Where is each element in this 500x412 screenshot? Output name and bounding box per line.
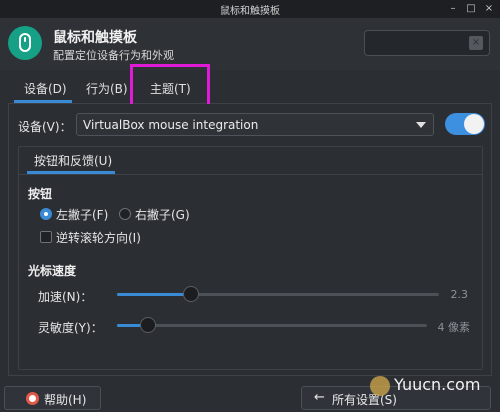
device-select[interactable]: VirtualBox mouse integration <box>76 113 434 136</box>
right-handed-radio[interactable] <box>119 208 131 220</box>
left-handed-label: 左撇子(F) <box>56 208 109 222</box>
acceleration-slider[interactable] <box>117 293 439 296</box>
tab-behavior[interactable]: 行为(B) <box>86 80 128 97</box>
buttons-feedback-frame <box>18 146 483 370</box>
app-header: 鼠标和触摸板 配置定位设备行为和外观 × <box>0 18 500 70</box>
acceleration-label: 加速(N)： <box>38 290 93 304</box>
right-handed-label: 右撇子(G) <box>135 208 190 222</box>
left-handed-radio[interactable] <box>40 208 52 220</box>
acceleration-slider-fill <box>117 293 191 296</box>
minimize-button[interactable]: – <box>446 2 460 16</box>
page-subtitle: 配置定位设备行为和外观 <box>53 49 174 62</box>
device-enable-toggle[interactable] <box>445 113 485 135</box>
sensitivity-value: 4 像素 <box>437 321 471 334</box>
sensitivity-label: 灵敏度(Y)： <box>38 321 103 335</box>
acceleration-slider-handle[interactable] <box>183 286 199 302</box>
chevron-down-icon <box>416 122 426 128</box>
clear-icon[interactable]: × <box>469 36 483 50</box>
acceleration-value: 2.3 <box>450 288 469 301</box>
tab-bar: 设备(D) 行为(B) 主题(T) <box>0 72 500 102</box>
help-button[interactable]: 帮助(H) <box>4 386 101 410</box>
tab-buttons-feedback[interactable]: 按钮和反馈(U) <box>34 152 112 169</box>
pointer-speed-title: 光标速度 <box>28 264 77 278</box>
window-title: 鼠标和触摸板 <box>220 6 280 17</box>
arrow-left-icon: ← <box>314 390 325 405</box>
sensitivity-slider[interactable] <box>117 324 427 327</box>
close-button[interactable]: × <box>482 2 496 16</box>
device-label: 设备(V)： <box>18 120 72 134</box>
search-input[interactable]: × <box>364 30 490 56</box>
watermark-text: Yuucn.com <box>394 375 481 394</box>
reverse-scroll-checkbox[interactable] <box>40 231 52 243</box>
toggle-knob <box>464 114 484 134</box>
help-button-label: 帮助(H) <box>44 393 87 407</box>
title-bar: 鼠标和触摸板 – □ × <box>0 0 500 18</box>
subtab-divider <box>19 174 482 175</box>
reverse-scroll-label: 逆转滚轮方向(I) <box>56 231 141 245</box>
mouse-icon <box>8 26 42 60</box>
tab-devices[interactable]: 设备(D) <box>24 80 67 97</box>
page-title: 鼠标和触摸板 <box>53 30 137 46</box>
watermark-logo-icon <box>370 376 390 396</box>
watermark: Yuucn.com <box>370 372 494 400</box>
maximize-button[interactable]: □ <box>464 2 478 16</box>
device-select-value: VirtualBox mouse integration <box>83 118 259 132</box>
buttons-section-title: 按钮 <box>28 187 53 201</box>
help-icon <box>26 392 39 405</box>
sensitivity-slider-handle[interactable] <box>140 317 156 333</box>
